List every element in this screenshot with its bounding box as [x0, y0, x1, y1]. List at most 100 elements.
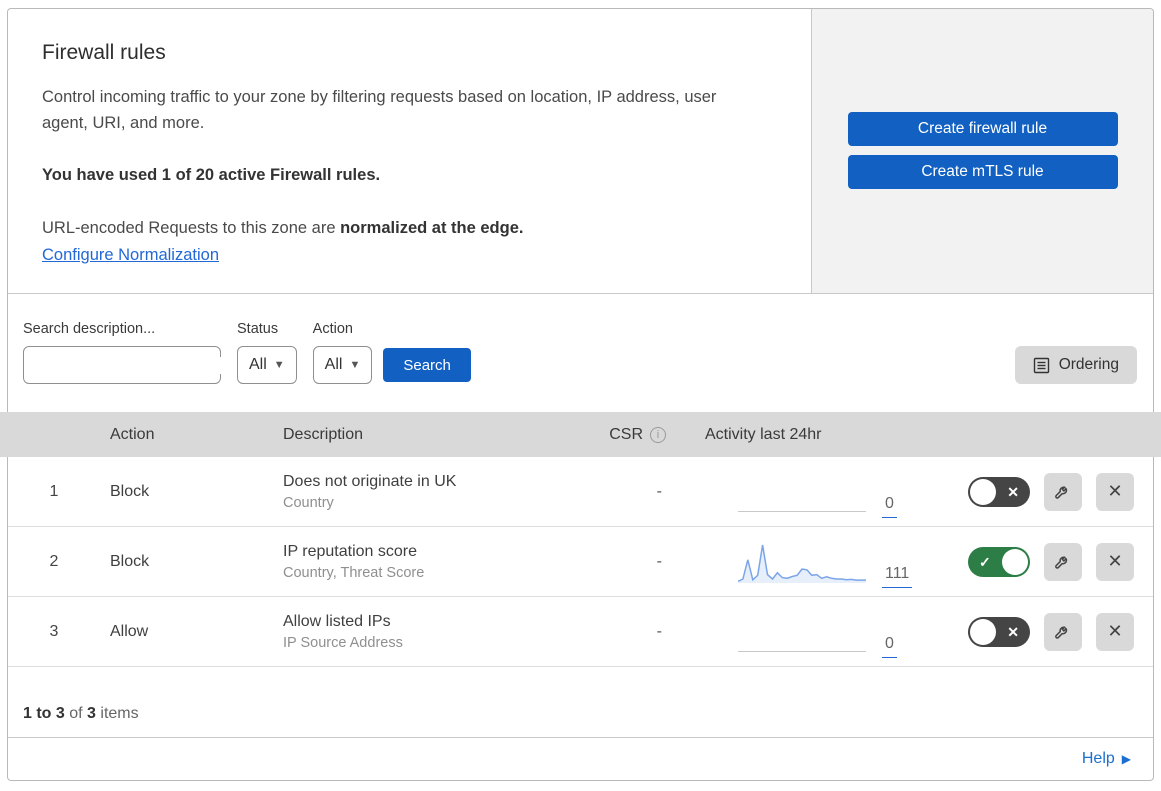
status-dropdown[interactable]: All ▼ [237, 346, 297, 384]
rule-activity-cell: 0 [680, 457, 930, 526]
rule-description: Allow listed IPs [283, 612, 391, 630]
toggle-off-icon: ✕ [1007, 623, 1019, 640]
rule-action: Block [110, 482, 150, 500]
chevron-down-icon: ▼ [349, 359, 361, 371]
arrow-right-icon: ▶ [1121, 752, 1131, 766]
rule-criteria: Country, Threat Score [283, 564, 425, 581]
items-word: items [95, 705, 139, 722]
rule-action: Allow [110, 622, 149, 640]
rule-csr: - [656, 622, 662, 640]
search-box[interactable] [23, 346, 241, 384]
rule-description: Does not originate in UK [283, 472, 457, 490]
rule-criteria: IP Source Address [283, 634, 403, 651]
help-bar: Help ▶ [8, 737, 1153, 780]
action-label: Action [312, 321, 353, 337]
activity-count-link[interactable]: 0 [882, 635, 897, 658]
rule-activity-cell: 0 [680, 597, 930, 666]
activity-flat-sparkline [738, 511, 866, 512]
rule-enable-toggle[interactable]: ✕ [968, 616, 1030, 647]
table-header: Action Description CSR i Activity last 2… [0, 412, 1161, 457]
edit-rule-button[interactable] [1044, 542, 1082, 581]
table-row: 1 Block Does not originate in UK Country… [8, 457, 1153, 527]
rule-enable-toggle[interactable]: ✕ [968, 476, 1030, 507]
search-input[interactable] [42, 356, 241, 374]
create-mtls-rule-button[interactable]: Create mTLS rule [847, 155, 1118, 189]
activity-column-header: Activity last 24hr [705, 425, 822, 443]
items-of: of [64, 705, 88, 722]
items-range: 1 to 3 [23, 705, 65, 722]
activity-sparkline [738, 544, 866, 583]
rule-priority: 1 [49, 482, 59, 500]
rule-action: Block [110, 552, 150, 570]
table-row: 2 Block IP reputation score Country, Thr… [8, 527, 1153, 597]
usage-summary: You have used 1 of 20 active Firewall ru… [42, 166, 381, 185]
edit-rule-button[interactable] [1044, 472, 1082, 511]
ordering-list-icon [1033, 357, 1049, 373]
wrench-icon [1055, 625, 1068, 639]
rule-description-cell: Allow listed IPs IP Source Address [275, 613, 595, 651]
ordering-label: Ordering [1058, 356, 1119, 373]
rule-criteria: Country [283, 494, 334, 511]
action-field-group: Action All ▼ [312, 321, 373, 384]
header-text-block: Firewall rules Control incoming traffic … [8, 9, 812, 293]
activity-count-link[interactable]: 111 [882, 565, 913, 588]
status-label: Status [237, 321, 279, 337]
delete-rule-button[interactable]: ✕ [1096, 612, 1134, 651]
firewall-rules-card: Firewall rules Control incoming traffic … [0, 8, 1161, 781]
search-label: Search description... [23, 321, 156, 337]
actions-panel: Create firewall rule Create mTLS rule [812, 9, 1153, 293]
rule-priority: 3 [49, 622, 59, 640]
create-firewall-rule-button[interactable]: Create firewall rule [847, 112, 1118, 146]
rule-controls: ✕ ✕ [930, 472, 1153, 511]
activity-flat-sparkline [738, 651, 866, 652]
header-section: Firewall rules Control incoming traffic … [8, 9, 1153, 294]
wrench-icon [1055, 555, 1068, 569]
rule-controls: ✕ ✕ [930, 612, 1153, 651]
chevron-down-icon: ▼ [273, 359, 285, 371]
rule-csr: - [656, 552, 662, 570]
close-icon: ✕ [1107, 551, 1123, 571]
delete-rule-button[interactable]: ✕ [1096, 472, 1134, 511]
pagination-summary: 1 to 3 of 3 items [8, 667, 1153, 737]
rule-description: IP reputation score [283, 542, 418, 560]
rule-description-cell: IP reputation score Country, Threat Scor… [275, 543, 595, 581]
search-field-group: Search description... [23, 321, 241, 384]
rule-enable-toggle[interactable]: ✓ [968, 546, 1030, 577]
toggle-knob [970, 618, 996, 645]
activity-count-link[interactable]: 0 [882, 495, 897, 518]
action-column-header: Action [110, 425, 155, 443]
action-value: All [324, 356, 343, 373]
toggle-knob [970, 478, 996, 505]
rule-activity-cell: 111 [680, 527, 930, 596]
csr-column-header: CSR i [609, 426, 680, 444]
items-total: 3 [87, 705, 96, 722]
help-label: Help [1081, 750, 1115, 767]
rule-description-cell: Does not originate in UK Country [275, 473, 595, 511]
action-dropdown[interactable]: All ▼ [312, 346, 373, 384]
edit-rule-button[interactable] [1044, 612, 1082, 651]
delete-rule-button[interactable]: ✕ [1096, 542, 1134, 581]
close-icon: ✕ [1107, 621, 1123, 641]
status-value: All [249, 356, 267, 373]
wrench-icon [1055, 485, 1068, 499]
rule-controls: ✓ ✕ [930, 542, 1153, 581]
close-icon: ✕ [1107, 481, 1123, 501]
ordering-button[interactable]: Ordering [1014, 346, 1137, 384]
page-description: Control incoming traffic to your zone by… [42, 88, 717, 132]
normalization-text: URL-encoded Requests to this zone are no… [42, 219, 771, 238]
search-button[interactable]: Search [383, 348, 471, 382]
configure-normalization-link[interactable]: Configure Normalization [42, 246, 219, 264]
rule-priority: 2 [49, 552, 59, 570]
description-column-header: Description [283, 425, 364, 443]
csr-header-label: CSR [609, 425, 643, 443]
status-field-group: Status All ▼ [237, 321, 297, 384]
page-title: Firewall rules [42, 41, 166, 64]
help-link[interactable]: Help ▶ [1082, 750, 1131, 768]
toggle-knob [1002, 548, 1028, 575]
info-icon[interactable]: i [650, 426, 666, 443]
filter-bar: Search description... Status All ▼ Actio… [8, 294, 1153, 412]
rule-csr: - [656, 482, 662, 500]
toggle-on-icon: ✓ [979, 553, 991, 570]
table-row: 3 Allow Allow listed IPs IP Source Addre… [8, 597, 1153, 667]
normalization-prefix: URL-encoded Requests to this zone are [42, 219, 341, 238]
